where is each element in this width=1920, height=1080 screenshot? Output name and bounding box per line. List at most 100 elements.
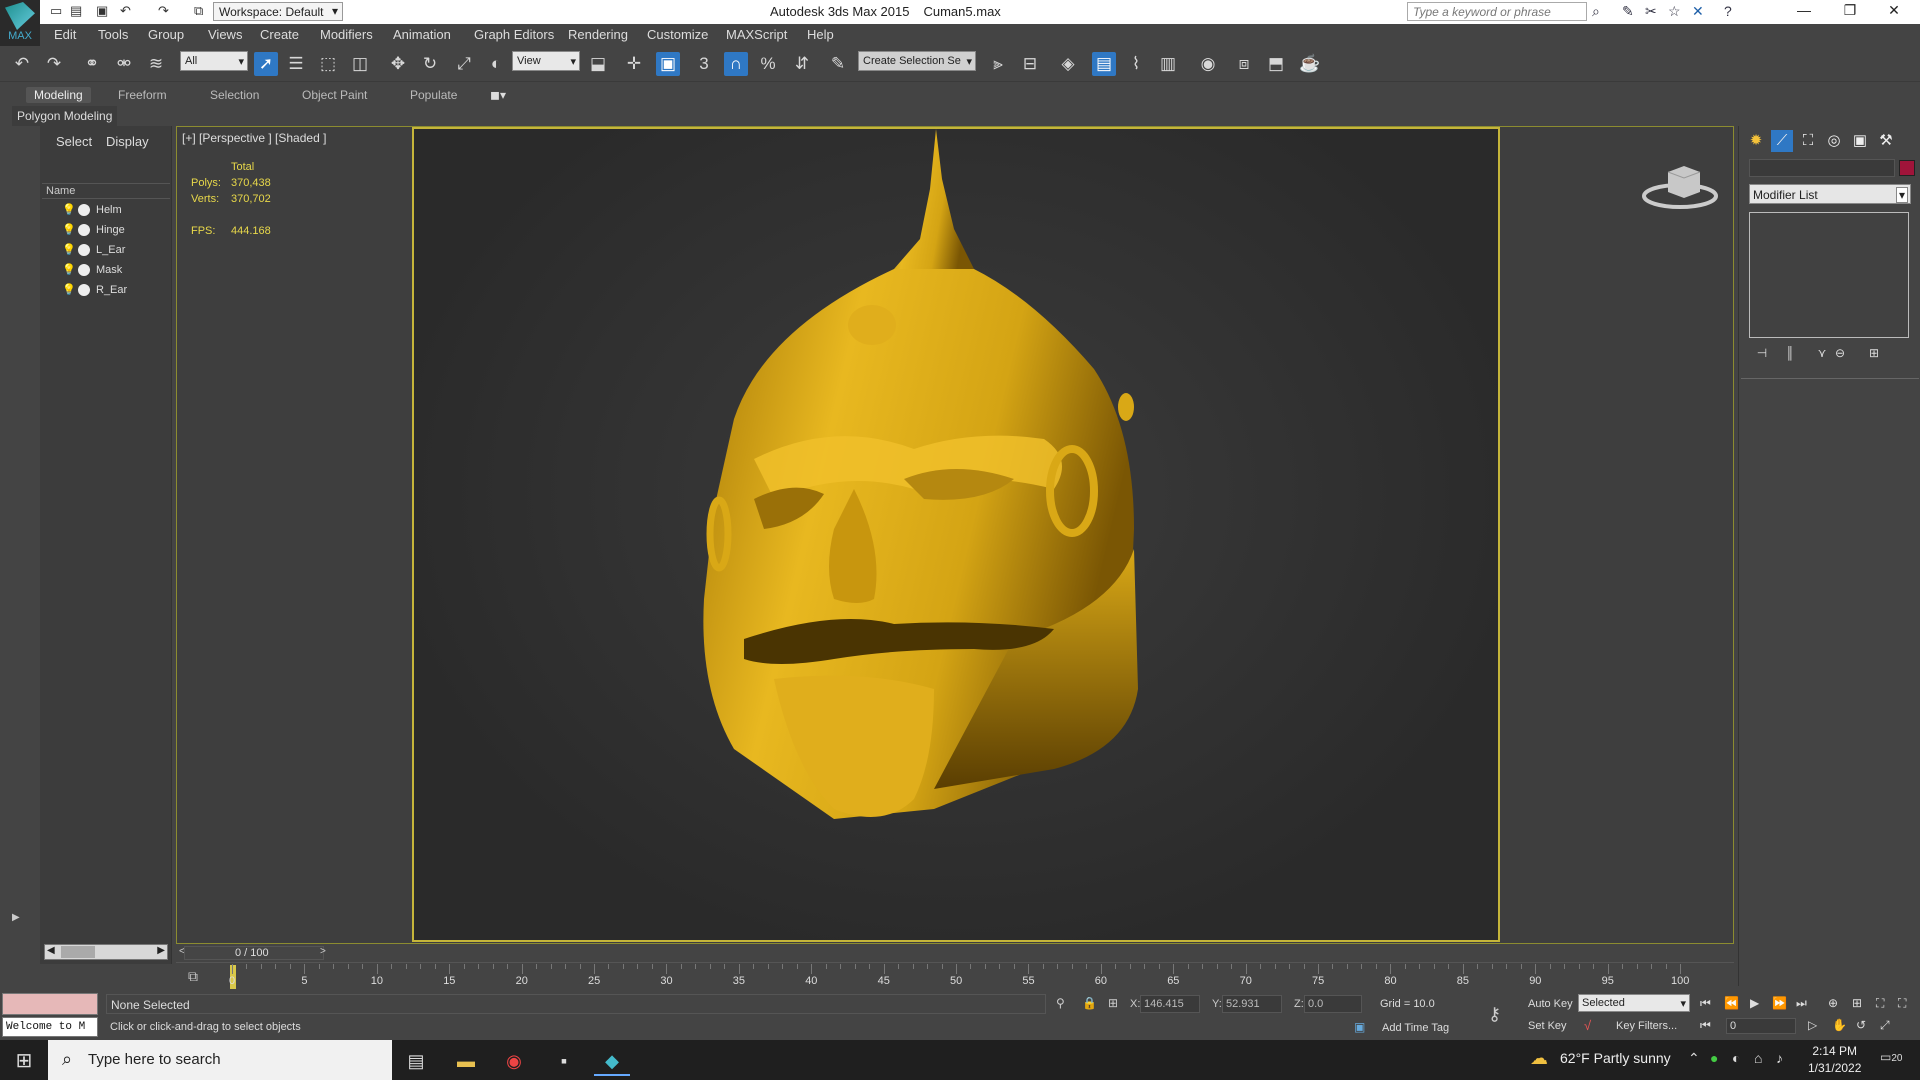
tab-freeform[interactable]: Freeform (118, 88, 167, 102)
file-explorer-icon[interactable]: ▬ (448, 1046, 484, 1076)
layer-explorer-icon[interactable]: ◈ (1056, 52, 1080, 76)
help-icon[interactable]: ? (1724, 3, 1732, 19)
minimize-button[interactable]: — (1784, 2, 1824, 18)
menu-rendering[interactable]: Rendering (568, 27, 628, 42)
taskbar-clock[interactable]: 2:14 PM 1/31/2022 (1808, 1043, 1861, 1077)
pan-icon[interactable]: ✋ (1832, 1018, 1847, 1032)
viewport-label[interactable]: [+] [Perspective ] [Shaded ] (182, 131, 326, 145)
curve-editor-icon[interactable]: ⌇ (1124, 52, 1148, 76)
tray-overflow-icon[interactable]: ⌃ (1688, 1050, 1700, 1067)
tab-selection[interactable]: Selection (210, 88, 259, 102)
open-file-icon[interactable]: ▤ (70, 3, 82, 19)
scroll-left-icon[interactable]: ◀ (47, 945, 55, 956)
scene-row-hinge[interactable]: 💡 Hinge (62, 222, 167, 240)
light-bulb-icon[interactable]: 💡 (62, 243, 76, 256)
orbit-icon[interactable]: ↺ (1856, 1018, 1866, 1032)
close-button[interactable]: ✕ (1874, 2, 1914, 19)
align-icon[interactable]: ⊟ (1018, 52, 1042, 76)
zoom-extents-icon[interactable]: ⛶ (1876, 996, 1884, 1011)
polygon-modeling-panel[interactable]: Polygon Modeling (12, 106, 118, 126)
scene-explorer-scrollbar[interactable]: ◀ ▶ (44, 944, 168, 960)
subscription-icon[interactable]: ✂ (1645, 3, 1657, 20)
menu-create[interactable]: Create (260, 27, 299, 42)
mini-curve-editor-icon[interactable]: ⧉ (188, 968, 198, 985)
light-bulb-icon[interactable]: 💡 (62, 203, 76, 216)
set-key-button[interactable]: Set Key (1528, 1020, 1567, 1032)
visibility-icon[interactable] (78, 244, 90, 256)
scroll-right-icon[interactable]: ▶ (157, 945, 165, 956)
scene-row-helm[interactable]: 💡 Helm (62, 202, 167, 220)
show-end-result-icon[interactable]: ║ (1779, 346, 1801, 362)
motion-tab-icon[interactable]: ◎ (1823, 130, 1845, 152)
light-bulb-icon[interactable]: 💡 (62, 283, 76, 296)
create-tab-icon[interactable]: ✹ (1745, 130, 1767, 152)
rotate-icon[interactable]: ↻ (418, 52, 442, 76)
angle-snap-icon[interactable]: ∩ (724, 52, 748, 76)
configure-sets-icon[interactable]: ⊞ (1863, 346, 1885, 362)
absolute-mode-icon[interactable]: ⊞ (1108, 996, 1118, 1010)
taskbar-search[interactable]: ⌕ Type here to search (48, 1040, 392, 1080)
selection-filter-dropdown[interactable]: All ▾ (180, 51, 248, 71)
time-tag-icon[interactable]: ▣ (1354, 1020, 1365, 1034)
menu-tools[interactable]: Tools (98, 27, 128, 42)
zoom-extents-all-icon[interactable]: ⛶ (1898, 996, 1906, 1011)
light-bulb-icon[interactable]: 💡 (62, 223, 76, 236)
named-selection-dropdown[interactable]: Create Selection Se ▾ (858, 51, 976, 71)
move-icon[interactable]: ✥ (386, 52, 410, 76)
spinner-snap-icon[interactable]: ⇵ (790, 52, 814, 76)
new-file-icon[interactable]: ▭ (50, 3, 62, 19)
manipulate-icon[interactable]: ✛ (622, 52, 646, 76)
tab-select[interactable]: Select (56, 134, 92, 149)
rendered-frame-icon[interactable]: ⬒ (1264, 52, 1288, 76)
percent-snap-icon[interactable]: % (756, 52, 780, 76)
scene-row-r-ear[interactable]: 💡 R_Ear (62, 282, 167, 300)
toggle-scene-explorer-icon[interactable]: ▤ (1092, 52, 1116, 76)
menu-graph-editors[interactable]: Graph Editors (474, 27, 554, 42)
bind-spacewarp-icon[interactable]: ≋ (144, 52, 168, 76)
zoom-all-icon[interactable]: ⊞ (1852, 996, 1862, 1010)
notifications-icon[interactable]: ▭20 (1880, 1050, 1902, 1064)
exchange-x-icon[interactable]: ✕ (1692, 3, 1704, 20)
menu-group[interactable]: Group (148, 27, 184, 42)
material-editor-icon[interactable]: ◉ (1196, 52, 1220, 76)
key-mode-icon[interactable]: √ (1584, 1018, 1591, 1033)
task-view-icon[interactable]: ▤ (398, 1046, 434, 1076)
key-icon[interactable]: ⚷ (1488, 1004, 1501, 1025)
add-time-tag[interactable]: Add Time Tag (1382, 1022, 1449, 1034)
lock-icon[interactable]: 🔒 (1082, 996, 1097, 1010)
keyboard-shortcut-icon[interactable]: ▣ (656, 52, 680, 76)
go-to-end-icon[interactable]: ⏭ (1796, 996, 1807, 1011)
x-coord-field[interactable]: 146.415 (1140, 995, 1200, 1013)
perspective-viewport[interactable] (412, 127, 1500, 942)
key-filters-button[interactable]: Key Filters... (1616, 1020, 1677, 1032)
save-icon[interactable]: ▣ (96, 3, 108, 19)
field-of-view-icon[interactable]: ▷ (1808, 1018, 1817, 1032)
edit-named-sel-icon[interactable]: ✎ (826, 52, 850, 76)
volume-icon[interactable]: ♪ (1776, 1050, 1783, 1066)
binoculars-icon[interactable]: ⌕ (1592, 3, 1600, 20)
maxscript-mini-listener[interactable]: Welcome to M (2, 1017, 98, 1037)
time-slider[interactable]: 0 / 100 (184, 946, 324, 960)
light-bulb-icon[interactable]: 💡 (62, 263, 76, 276)
menu-animation[interactable]: Animation (393, 27, 451, 42)
select-object-icon[interactable]: ➚ (254, 52, 278, 76)
play-icon[interactable]: ▶ (1750, 996, 1759, 1010)
restore-button[interactable]: ❐ (1830, 2, 1870, 19)
tab-object-paint[interactable]: Object Paint (302, 88, 367, 102)
rect-selection-icon[interactable]: ⬚ (316, 52, 340, 76)
z-coord-field[interactable]: 0.0 (1304, 995, 1362, 1013)
menu-modifiers[interactable]: Modifiers (320, 27, 373, 42)
pivot-center-icon[interactable]: ⬓ (586, 52, 610, 76)
app-logo[interactable]: MAX (0, 0, 40, 46)
track-bar[interactable]: ⧉ 0 5 10 15 20 25 30 35 40 45 50 55 60 65 70 75 80 85 90 95… (176, 962, 1734, 992)
schematic-view-icon[interactable]: ▥ (1156, 52, 1180, 76)
project-folder-icon[interactable]: ⧉ (194, 3, 203, 19)
modifier-list-dropdown[interactable]: Modifier List ▾ (1749, 184, 1911, 204)
remove-modifier-icon[interactable]: ⊖ (1829, 346, 1851, 362)
tab-modeling[interactable]: Modeling (26, 87, 91, 103)
favorites-star-icon[interactable]: ☆ (1668, 3, 1681, 20)
ref-coord-dropdown[interactable]: View ▾ (512, 51, 580, 71)
scale-icon[interactable]: ⤢ (452, 52, 476, 76)
visibility-icon[interactable] (78, 264, 90, 276)
object-name-field[interactable] (1749, 159, 1895, 177)
